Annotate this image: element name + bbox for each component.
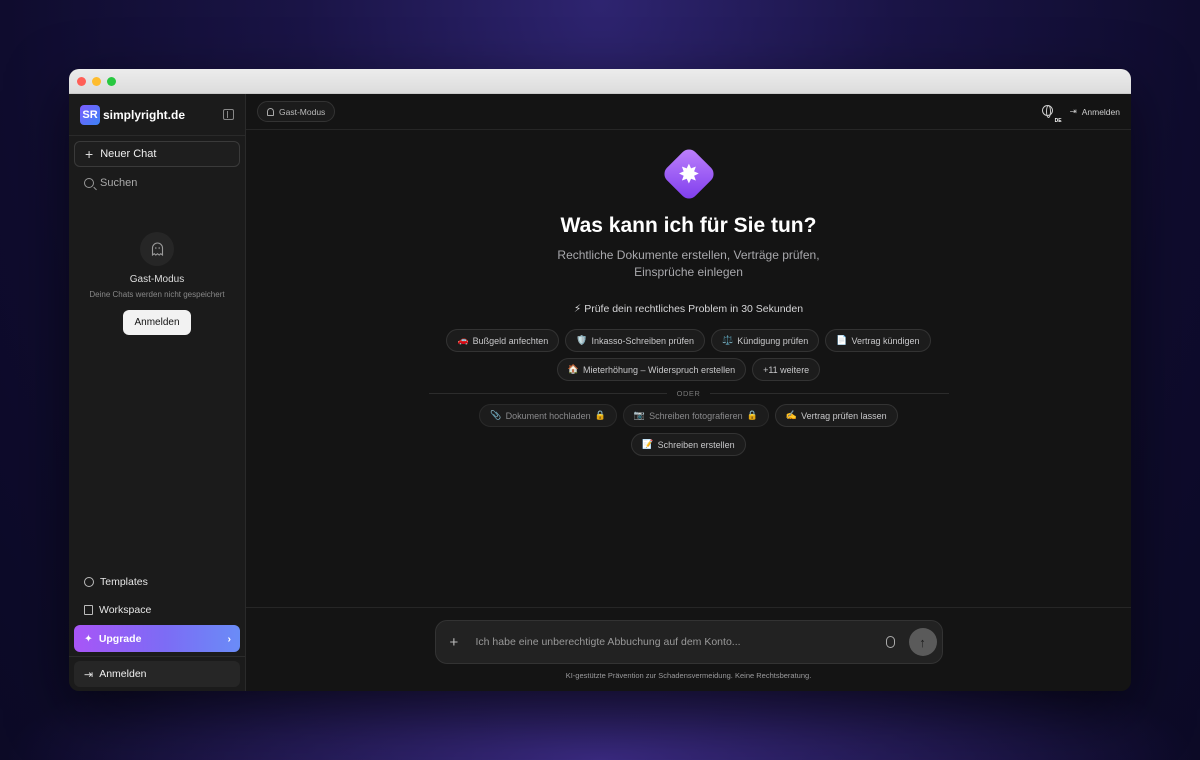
- lock-icon: 🔒: [746, 410, 758, 420]
- divider: [69, 656, 245, 657]
- search-label: Suchen: [100, 177, 138, 189]
- login-icon: ⇥: [1069, 106, 1077, 116]
- chip-label: Dokument hochladen: [505, 410, 591, 421]
- hero-subtitle: Rechtliche Dokumente erstellen, Verträge…: [557, 248, 820, 279]
- ghost-icon: [140, 232, 174, 266]
- chip-kuendigung-pruefen[interactable]: ⚖️ Kündigung prüfen: [711, 329, 820, 352]
- compass-icon: [84, 577, 94, 587]
- document-icon: 📄: [836, 335, 848, 345]
- new-chat-button[interactable]: + Neuer Chat: [74, 141, 240, 167]
- attach-plus-icon[interactable]: +: [450, 634, 468, 651]
- close-window-button[interactable]: [77, 76, 86, 86]
- sidebar-header: SR simplyright.de: [69, 94, 245, 136]
- suggestion-chips: 🚗 Bußgeld anfechten 🛡️ Inkasso-Schreiben p…: [439, 329, 939, 381]
- chip-more[interactable]: +11 weitere: [752, 358, 821, 381]
- message-input[interactable]: Ich habe eine unberechtigte Abbuchung au…: [468, 636, 886, 648]
- lock-icon: 🔒: [594, 410, 606, 420]
- topbar-actions: DE ⇥ Anmelden: [1041, 104, 1120, 124]
- language-switcher[interactable]: DE: [1041, 104, 1062, 124]
- main-panel: Gast-Modus DE ⇥ Anmelden ✸ Was kann ich …: [246, 94, 1131, 691]
- sidebar-item-label: Templates: [100, 576, 148, 588]
- guest-pill-label: Gast-Modus: [279, 106, 326, 117]
- guest-mode-panel: Gast-Modus Deine Chats werden nicht gesp…: [69, 232, 245, 335]
- sparkle-icon: ✦: [84, 632, 93, 645]
- app-window: SR simplyright.de + Neuer Chat Suchen Ga…: [69, 69, 1131, 691]
- composer-area: + Ich habe eine unberechtigte Abbuchung …: [246, 607, 1131, 691]
- chip-vertrag-kuendigen[interactable]: 📄 Vertrag kündigen: [825, 329, 931, 352]
- sidebar: SR simplyright.de + Neuer Chat Suchen Ga…: [69, 94, 246, 691]
- sidebar-bottom: Templates Workspace ✦ Upgrade › ⇥ Anmeld: [69, 568, 245, 691]
- disclaimer-text: KI-gestützte Prävention zur Schadensverm…: [565, 671, 812, 680]
- car-icon: 🚗: [457, 335, 469, 345]
- globe-icon: [1041, 104, 1053, 118]
- chip-label: Schreiben erstellen: [657, 439, 735, 450]
- topbar-login-button[interactable]: ⇥ Anmelden: [1070, 106, 1120, 117]
- writing-hand-icon: ✍️: [785, 410, 798, 420]
- language-code: DE: [1054, 117, 1062, 124]
- chip-label: Mieterhöhung – Widerspruch erstellen: [583, 364, 736, 375]
- logo-text: simplyright.de: [103, 107, 186, 122]
- shield-icon: 🛡️: [576, 335, 588, 345]
- chip-label: Vertrag prüfen lassen: [801, 410, 887, 421]
- sidebar-item-label: Workspace: [99, 604, 152, 616]
- hero-title: Was kann ich für Sie tun?: [560, 214, 817, 237]
- house-icon: 🏠: [567, 364, 579, 374]
- chip-label: Kündigung prüfen: [737, 335, 809, 346]
- login-icon: ⇥: [84, 668, 94, 681]
- memo-icon: 📝: [642, 439, 654, 449]
- chip-mieterhoehung[interactable]: 🏠 Mieterhöhung – Widerspruch erstellen: [556, 358, 747, 381]
- camera-icon: 📷: [633, 410, 646, 420]
- minimize-window-button[interactable]: [92, 76, 101, 86]
- photograph-letter-button[interactable]: 📷 Schreiben fotografieren 🔒: [622, 404, 769, 427]
- logo-badge: SR: [80, 104, 100, 125]
- chip-label: +11 weitere: [763, 364, 810, 375]
- chevron-right-icon: ›: [227, 632, 232, 645]
- hint-text: ⚡ Prüfe dein rechtliches Problem in 30 S…: [573, 303, 804, 315]
- or-label: ODER: [676, 389, 701, 398]
- upgrade-label: Upgrade: [98, 632, 142, 645]
- plus-icon: +: [85, 146, 94, 162]
- send-button[interactable]: ↑: [908, 628, 937, 656]
- new-chat-label: Neuer Chat: [100, 148, 157, 160]
- guest-mode-pill[interactable]: Gast-Modus: [257, 101, 336, 122]
- or-divider: ODER: [428, 389, 949, 398]
- logo[interactable]: SR simplyright.de: [80, 104, 186, 125]
- review-contract-button[interactable]: ✍️ Vertrag prüfen lassen: [774, 404, 898, 427]
- topbar-login-label: Anmelden: [1081, 106, 1120, 117]
- sidebar-search[interactable]: Suchen: [74, 170, 240, 196]
- upgrade-button[interactable]: ✦ Upgrade ›: [74, 625, 240, 652]
- upload-document-button[interactable]: 📎 Dokument hochladen 🔒: [479, 404, 617, 427]
- scales-icon: ⚖️: [722, 335, 734, 345]
- sidebar-collapse-icon[interactable]: [223, 109, 234, 120]
- sidebar-item-workspace[interactable]: Workspace: [74, 596, 240, 624]
- guest-mode-subtitle: Deine Chats werden nicht gespeichert: [89, 290, 225, 299]
- action-chips: 📎 Dokument hochladen 🔒 📷 Schreiben fotograf…: [439, 404, 939, 456]
- chip-label: Bußgeld anfechten: [472, 335, 549, 346]
- hero-section: ✸ Was kann ich für Sie tun? Rechtliche D…: [246, 145, 1131, 456]
- guest-mode-title: Gast-Modus: [129, 274, 185, 285]
- chip-label: Vertrag kündigen: [851, 335, 920, 346]
- maximize-window-button[interactable]: [107, 76, 116, 86]
- chip-label: Schreiben fotografieren: [649, 410, 743, 421]
- ghost-small-icon: [267, 107, 274, 116]
- sidebar-item-templates[interactable]: Templates: [74, 568, 240, 596]
- chip-inkasso[interactable]: 🛡️ Inkasso-Schreiben prüfen: [565, 329, 705, 352]
- sidebar-login-button[interactable]: ⇥ Anmelden: [74, 661, 240, 687]
- chip-label: Inkasso-Schreiben prüfen: [591, 335, 694, 346]
- building-icon: [84, 605, 93, 615]
- sidebar-login-label: Anmelden: [99, 668, 147, 680]
- search-icon: [84, 178, 94, 188]
- window-titlebar: [69, 69, 1131, 94]
- create-letter-button[interactable]: 📝 Schreiben erstellen: [631, 433, 746, 456]
- chip-bussgeld[interactable]: 🚗 Bußgeld anfechten: [446, 329, 560, 352]
- chat-composer[interactable]: + Ich habe eine unberechtigte Abbuchung …: [434, 620, 943, 664]
- topbar: Gast-Modus DE ⇥ Anmelden: [246, 94, 1131, 130]
- paperclip-icon: 📎: [490, 410, 502, 420]
- microphone-icon[interactable]: [885, 636, 895, 648]
- brand-star-icon: ✸: [660, 145, 717, 203]
- guest-login-button[interactable]: Anmelden: [123, 310, 191, 335]
